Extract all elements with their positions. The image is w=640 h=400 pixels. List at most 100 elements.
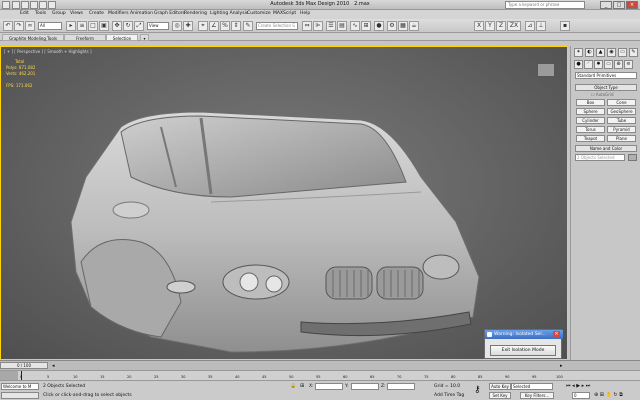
geometry-icon[interactable]: ●	[574, 60, 583, 69]
exit-isolation-button[interactable]: Exit Isolation Mode	[490, 345, 556, 356]
minimize-button[interactable]: _	[600, 1, 612, 9]
name-color-rollout[interactable]: Name and Color	[575, 145, 637, 152]
maximize-viewport-icon[interactable]: ⧉	[619, 392, 623, 398]
tab-graphite-modeling-tools[interactable]: Graphite Modeling Tools	[2, 34, 64, 41]
sphere-button[interactable]: Sphere	[576, 108, 605, 115]
tube-button[interactable]: Tube	[607, 117, 636, 124]
graphite-toggle-icon[interactable]: ▤	[337, 21, 347, 31]
category-select[interactable]: Standard Primitives	[575, 72, 637, 79]
menu-modifiers[interactable]: Modifiers	[108, 11, 129, 16]
move-icon[interactable]: ✥	[112, 21, 122, 31]
motion-tab-icon[interactable]: ◉	[607, 48, 616, 57]
menu-rendering[interactable]: Rendering	[184, 11, 207, 16]
layer-manager-icon[interactable]: ☰	[326, 21, 336, 31]
track-bar[interactable]: 0 5 10 15 20 25 30 35 40 45 50 55 60 65 …	[0, 370, 640, 381]
menu-help[interactable]: Help	[300, 11, 310, 16]
object-color-swatch[interactable]	[628, 154, 637, 161]
xform-z-icon[interactable]: Z	[496, 21, 506, 31]
dialog-close-button[interactable]: ×	[553, 331, 560, 338]
hierarchy-tab-icon[interactable]: ▲	[596, 48, 605, 57]
menu-tools[interactable]: Tools	[35, 11, 46, 16]
menu-lighting-analysis[interactable]: Lighting Analysis	[210, 11, 248, 16]
utilities-tab-icon[interactable]: ✎	[629, 48, 638, 57]
current-frame-input[interactable]: 0	[572, 392, 590, 399]
scale-icon[interactable]: ⤢	[134, 21, 144, 31]
spacewarps-icon[interactable]: ≋	[624, 60, 633, 69]
helpers-icon[interactable]: ⊕	[614, 60, 623, 69]
car-model[interactable]	[61, 102, 491, 357]
mirror-icon[interactable]: ⇔	[302, 21, 312, 31]
tab-selection[interactable]: Selection	[106, 34, 138, 41]
set-key-icon[interactable]: ⚷	[474, 384, 486, 396]
object-type-rollout[interactable]: Object Type	[575, 84, 637, 91]
lights-icon[interactable]: ✹	[594, 60, 603, 69]
go-to-start-icon[interactable]: ⏮	[566, 383, 571, 389]
time-slider-thumb[interactable]: 0 / 100	[0, 362, 48, 369]
reference-coordinate-select[interactable]: View	[147, 22, 169, 30]
autogrid-checkbox[interactable]: ☐ AutoGrid	[591, 92, 614, 97]
timeline-prev-icon[interactable]: ◂	[52, 363, 58, 369]
render-production-icon[interactable]: ☕	[409, 21, 419, 31]
rectangular-selection-icon[interactable]: □	[88, 21, 98, 31]
maxscript-output[interactable]	[1, 392, 39, 399]
play-icon[interactable]: ▶	[576, 383, 580, 389]
pan-icon[interactable]: ✋	[606, 392, 612, 398]
torus-button[interactable]: Torus	[576, 126, 605, 133]
edit-named-selection-icon[interactable]: ✎	[243, 21, 253, 31]
previous-frame-icon[interactable]: ◂	[572, 383, 575, 389]
xform-zx-icon[interactable]: ZX	[507, 21, 521, 31]
toolbar-extra-icon[interactable]: ▪	[560, 21, 570, 31]
rendered-frame-window-icon[interactable]: ▦	[398, 21, 408, 31]
add-time-tag[interactable]: Add Time Tag	[434, 393, 464, 398]
menu-customize[interactable]: Customize	[247, 11, 271, 16]
xform-y-icon[interactable]: Y	[485, 21, 495, 31]
maximize-button[interactable]: □	[613, 1, 625, 9]
pivot-center-icon[interactable]: ◎	[172, 21, 182, 31]
time-slider[interactable]: 0 / 100 ◂ ▸	[0, 360, 640, 370]
create-tab-icon[interactable]: ✶	[574, 48, 583, 57]
key-filters-button[interactable]: Key Filters...	[520, 392, 554, 399]
x-coordinate-input[interactable]	[315, 383, 343, 390]
window-crossing-icon[interactable]: ▣	[99, 21, 109, 31]
menu-animation[interactable]: Animation	[130, 11, 153, 16]
ribbon-options-icon[interactable]: ▾	[140, 34, 149, 41]
named-selection-set-input[interactable]: Create Selection S	[256, 22, 298, 30]
menu-graph-editors[interactable]: Graph Editors	[154, 11, 185, 16]
angle-snap-icon[interactable]: ∠	[209, 21, 219, 31]
close-button[interactable]: ×	[626, 1, 638, 9]
object-name-input[interactable]: 2 Objects Selected	[575, 154, 625, 161]
auto-key-button[interactable]: Auto Key	[489, 383, 511, 390]
menu-maxscript[interactable]: MAXScript	[273, 11, 296, 16]
menu-views[interactable]: Views	[70, 11, 83, 16]
tab-freeform[interactable]: Freeform	[64, 34, 106, 41]
undo-button[interactable]: ↶	[3, 21, 13, 31]
cameras-icon[interactable]: ▭	[604, 60, 613, 69]
geosphere-button[interactable]: GeoSphere	[607, 108, 636, 115]
shapes-icon[interactable]: ◜	[584, 60, 593, 69]
search-input[interactable]: Type a keyword or phrase	[505, 1, 585, 9]
maxscript-listener-input[interactable]: Welcome to M	[1, 383, 39, 390]
percent-snap-icon[interactable]: %	[220, 21, 230, 31]
link-icon[interactable]: ∞	[25, 21, 35, 31]
axis-constraint-icon[interactable]: ⊿	[525, 21, 535, 31]
zoom-all-icon[interactable]: ⊞	[600, 392, 604, 398]
menu-create[interactable]: Create	[89, 11, 104, 16]
spinner-snap-icon[interactable]: ⇕	[231, 21, 241, 31]
box-button[interactable]: Box	[576, 99, 605, 106]
absolute-mode-icon[interactable]: ⊞	[300, 383, 307, 390]
cylinder-button[interactable]: Cylinder	[576, 117, 605, 124]
redo-button[interactable]: ↷	[14, 21, 24, 31]
modify-tab-icon[interactable]: ◐	[585, 48, 594, 57]
material-editor-icon[interactable]: ●	[374, 21, 384, 31]
cone-button[interactable]: Cone	[607, 99, 636, 106]
select-by-name-icon[interactable]: ≡	[77, 21, 87, 31]
timeline-next-icon[interactable]: ▸	[560, 363, 566, 369]
render-setup-icon[interactable]: ⚙	[387, 21, 397, 31]
align-icon[interactable]: ⊫	[313, 21, 323, 31]
zoom-icon[interactable]: ⊕	[594, 392, 598, 398]
viewport-label[interactable]: [ + ] [ Perspective ] [ Smooth + Highlig…	[4, 49, 92, 54]
y-coordinate-input[interactable]	[351, 383, 379, 390]
axis-lock-icon[interactable]: ⊥	[536, 21, 546, 31]
lock-selection-icon[interactable]: 🔒	[290, 383, 297, 390]
rotate-icon[interactable]: ↻	[123, 21, 133, 31]
